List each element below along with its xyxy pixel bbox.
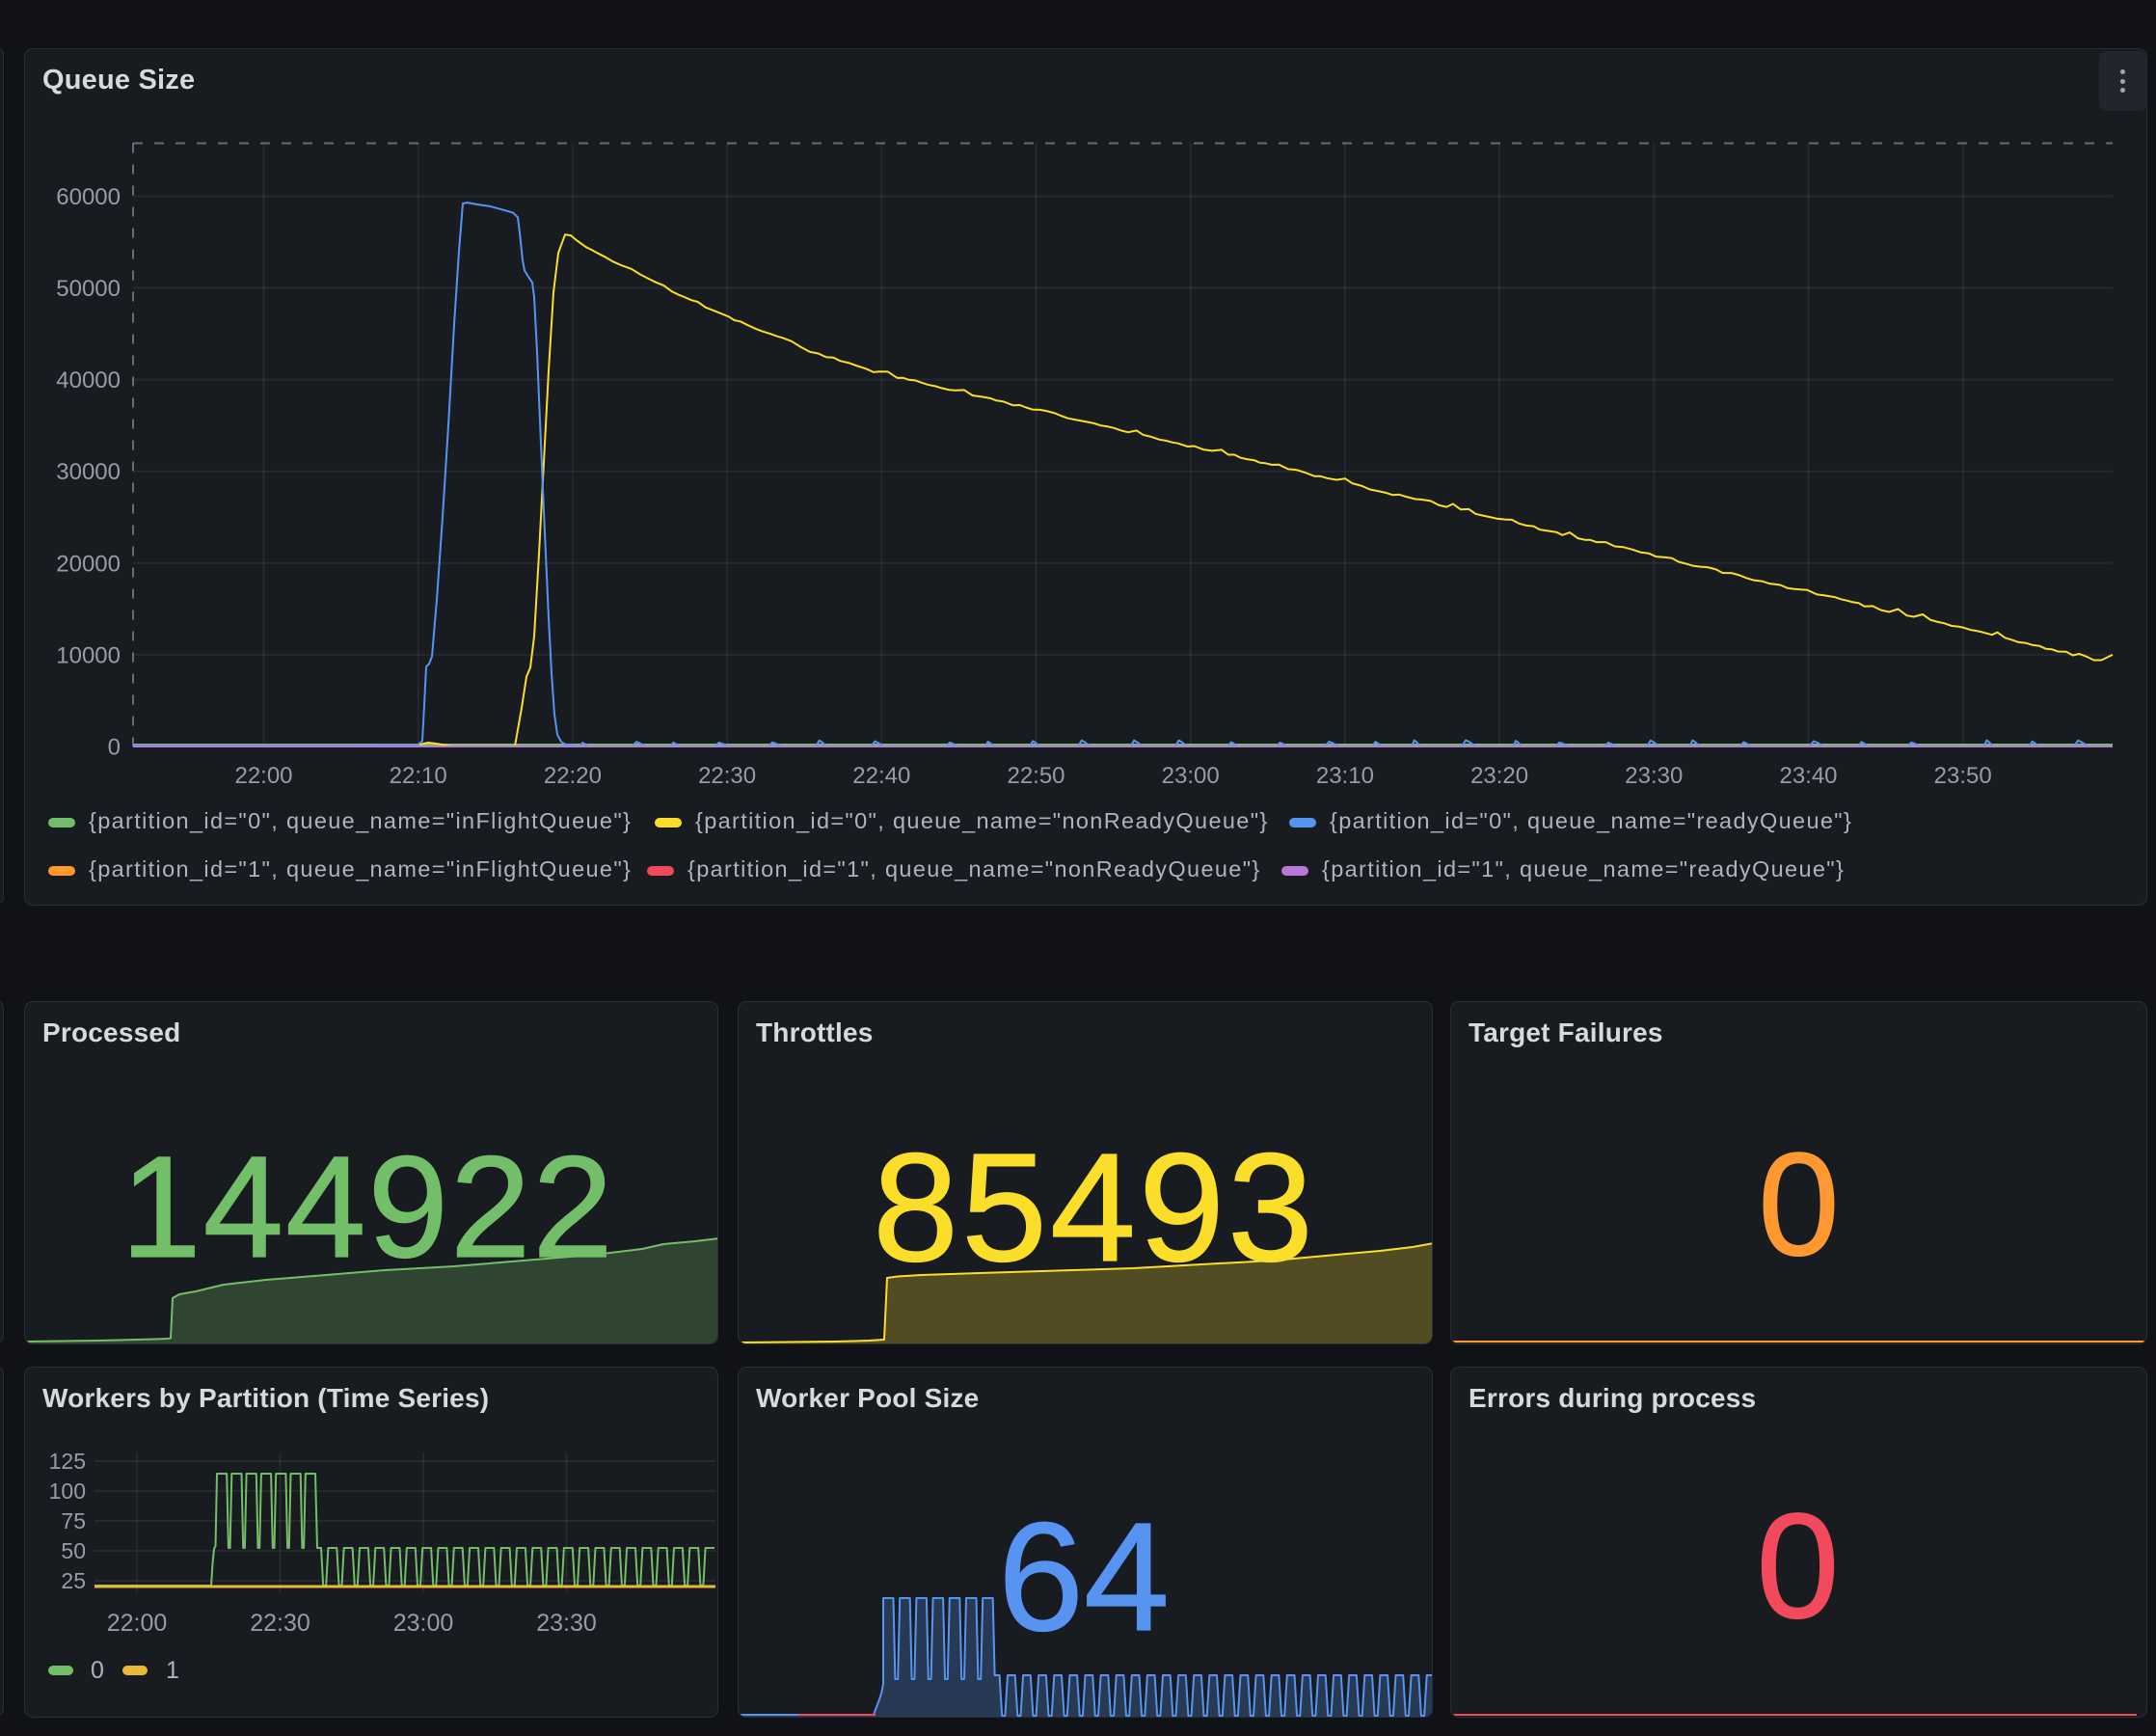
svg-text:50: 50 [61, 1538, 86, 1563]
svg-text:23:20: 23:20 [1470, 763, 1528, 789]
svg-text:125: 125 [49, 1449, 86, 1474]
svg-text:0: 0 [108, 735, 121, 761]
svg-text:23:00: 23:00 [1162, 763, 1220, 789]
svg-text:50000: 50000 [56, 276, 121, 302]
svg-text:22:20: 22:20 [544, 763, 602, 789]
svg-text:23:30: 23:30 [536, 1610, 597, 1637]
svg-text:22:40: 22:40 [852, 763, 910, 789]
svg-text:23:10: 23:10 [1316, 763, 1374, 789]
svg-text:22:10: 22:10 [390, 763, 447, 789]
svg-text:60000: 60000 [56, 184, 121, 210]
svg-text:23:00: 23:00 [393, 1610, 454, 1637]
svg-text:23:40: 23:40 [1779, 763, 1837, 789]
svg-text:40000: 40000 [56, 367, 121, 393]
svg-text:30000: 30000 [56, 459, 121, 485]
svg-text:100: 100 [49, 1478, 86, 1504]
svg-text:22:00: 22:00 [234, 763, 292, 789]
svg-text:23:50: 23:50 [1934, 763, 1992, 789]
svg-text:22:30: 22:30 [698, 763, 756, 789]
svg-text:23:30: 23:30 [1625, 763, 1683, 789]
svg-text:20000: 20000 [56, 551, 121, 577]
svg-text:22:30: 22:30 [250, 1610, 310, 1637]
svg-text:25: 25 [61, 1568, 86, 1593]
svg-text:22:50: 22:50 [1007, 763, 1065, 789]
svg-text:10000: 10000 [56, 642, 121, 668]
svg-text:22:00: 22:00 [107, 1610, 168, 1637]
svg-text:75: 75 [61, 1508, 86, 1533]
